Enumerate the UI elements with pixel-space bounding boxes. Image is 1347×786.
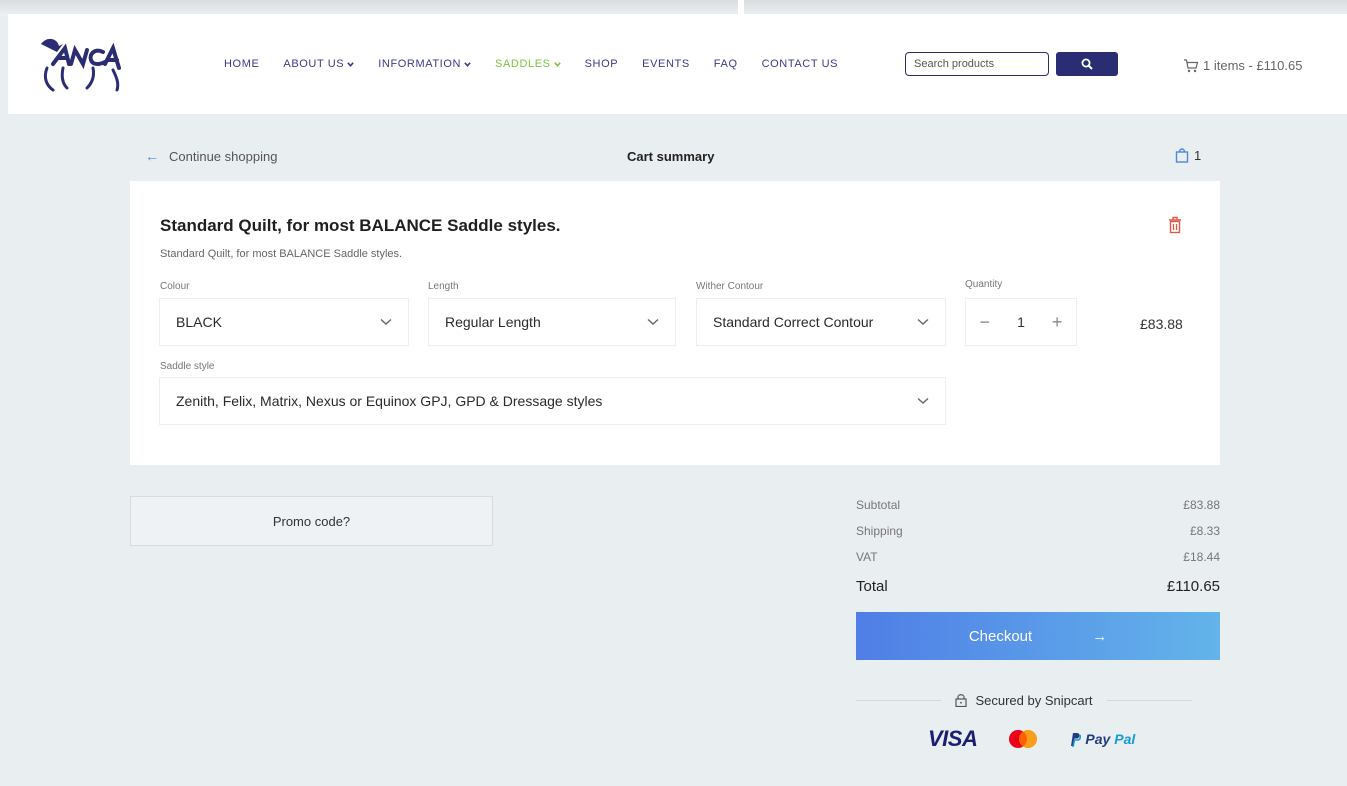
saddle-style-select[interactable]: Zenith, Felix, Matrix, Nexus or Equinox … — [159, 377, 946, 425]
decrement-button[interactable]: − — [980, 312, 991, 333]
nav-information[interactable]: INFORMATION — [378, 58, 471, 70]
total-row: Total £110.65 — [856, 578, 1220, 604]
chevron-down-icon — [380, 318, 392, 325]
chevron-down-icon — [553, 61, 561, 67]
cart-icon — [1184, 58, 1199, 72]
shipping-row: Shipping £8.33 — [856, 524, 1220, 550]
chevron-down-icon — [464, 61, 471, 67]
header-cart[interactable]: 1 items - £110.65 — [1183, 58, 1302, 73]
shopping-bag-icon — [1175, 148, 1189, 163]
payment-logos: VISA Pay Pal — [928, 726, 1135, 752]
length-select[interactable]: Regular Length — [428, 298, 676, 346]
cart-count-total: 1 items - £110.65 — [1203, 58, 1303, 73]
chevron-down-icon — [917, 397, 929, 404]
wither-contour-select[interactable]: Standard Correct Contour — [696, 298, 946, 346]
item-price: £83.88 — [1140, 316, 1183, 332]
wither-contour-label: Wither Contour — [696, 281, 764, 292]
nav-shop[interactable]: SHOP — [585, 58, 619, 70]
main-nav: HOME ABOUT US INFORMATION SADDLES SHOP E… — [224, 58, 838, 70]
bag-counter[interactable]: 1 — [1175, 147, 1201, 163]
quantity-value: 1 — [1017, 314, 1025, 330]
cart-subbar: ← Continue shopping Cart summary 1 — [145, 148, 1220, 168]
page-title: Cart summary — [627, 149, 715, 164]
cart-item-card: Standard Quilt, for most BALANCE Saddle … — [130, 181, 1220, 465]
nav-contact-us[interactable]: CONTACT US — [762, 58, 839, 70]
arrow-right-icon: → — [1092, 627, 1108, 645]
colour-select[interactable]: BLACK — [159, 298, 409, 346]
trash-icon[interactable] — [1168, 216, 1182, 234]
subtotal-row: Subtotal £83.88 — [856, 498, 1220, 524]
search-icon — [1081, 58, 1093, 70]
paypal-logo: Pay Pal — [1069, 731, 1135, 747]
total-value: £110.65 — [1166, 578, 1220, 595]
secured-banner: Secured by Snipcart — [856, 690, 1193, 710]
lock-icon — [955, 694, 968, 707]
increment-button[interactable]: + — [1052, 312, 1063, 333]
length-label: Length — [428, 281, 459, 292]
site-header: HOME ABOUT US INFORMATION SADDLES SHOP E… — [8, 14, 1347, 114]
arrow-left-icon: ← — [145, 148, 159, 164]
quantity-stepper: − 1 + — [965, 298, 1077, 346]
search-input[interactable] — [905, 52, 1049, 76]
shipping-value: £8.33 — [1189, 524, 1220, 538]
item-title: Standard Quilt, for most BALANCE Saddle … — [160, 216, 561, 235]
continue-shopping-link[interactable]: ← Continue shopping — [145, 148, 277, 164]
vat-row: VAT £18.44 — [856, 550, 1220, 576]
nav-home[interactable]: HOME — [224, 58, 259, 70]
chevron-down-icon — [347, 61, 354, 67]
paypal-p-icon — [1071, 732, 1082, 747]
nav-events[interactable]: EVENTS — [642, 58, 690, 70]
subtotal-value: £83.88 — [1183, 498, 1220, 512]
nav-faq[interactable]: FAQ — [714, 58, 738, 70]
chevron-down-icon — [647, 318, 659, 325]
quantity-label: Quantity — [965, 279, 1003, 290]
visa-logo: VISA — [928, 726, 978, 751]
anca-logo[interactable] — [33, 34, 123, 96]
vat-value: £18.44 — [1183, 550, 1220, 564]
item-description: Standard Quilt, for most BALANCE Saddle … — [160, 248, 403, 260]
colour-label: Colour — [160, 281, 190, 292]
chevron-down-icon — [917, 318, 929, 325]
search-button[interactable] — [1056, 52, 1118, 76]
nav-about-us[interactable]: ABOUT US — [283, 58, 354, 70]
nav-saddles[interactable]: SADDLES — [495, 58, 561, 70]
order-totals: Subtotal £83.88 Shipping £8.33 VAT £18.44 T… — [856, 498, 1220, 604]
checkout-button[interactable]: Checkout → — [856, 612, 1220, 660]
promo-code-button[interactable]: Promo code? — [130, 496, 493, 546]
mastercard-logo — [1009, 730, 1038, 748]
saddle-style-label: Saddle style — [160, 361, 215, 372]
